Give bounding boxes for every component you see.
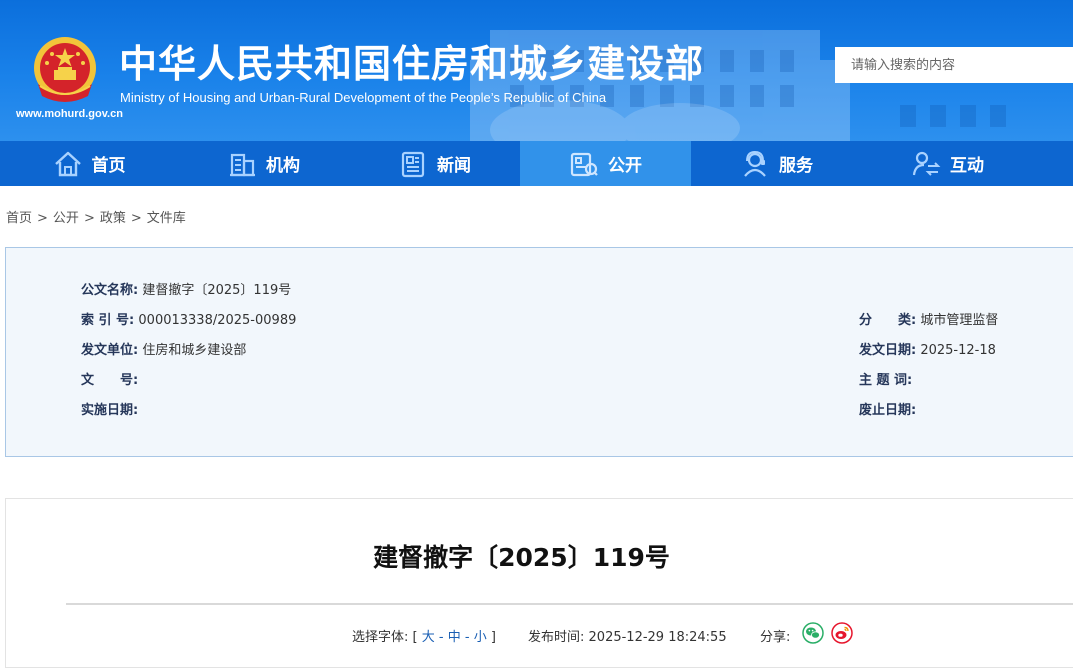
- breadcrumb-file-library[interactable]: 文件库: [147, 211, 186, 226]
- font-size-large-link[interactable]: 大: [422, 630, 435, 645]
- nav-item-interaction[interactable]: 互动: [862, 141, 1033, 186]
- wechat-icon[interactable]: [802, 622, 824, 644]
- issuer-value: 住房和城乡建设部: [142, 343, 247, 358]
- index-no-row: 索 引 号: 000013338/2025-00989: [81, 309, 296, 328]
- building-icon: [230, 153, 255, 176]
- nav-label: 互动: [950, 156, 984, 176]
- share-label: 分享:: [760, 630, 791, 645]
- breadcrumb-public[interactable]: 公开: [53, 211, 79, 226]
- breadcrumb: 首页 > 公开 > 政策 > 文件库: [6, 207, 186, 226]
- nav-label: 公开: [608, 156, 642, 176]
- effective-date-label: 实施日期:: [81, 403, 139, 418]
- site-header: www.mohurd.gov.cn 中华人民共和国住房和城乡建设部 Minist…: [0, 0, 1073, 141]
- document-info-panel: 公文名称: 建督撤字〔2025〕119号 索 引 号: 000013338/20…: [5, 247, 1073, 457]
- font-size-label: 选择字体:: [352, 630, 409, 645]
- font-size-dash: -: [464, 630, 470, 645]
- breadcrumb-separator: >: [83, 211, 95, 226]
- font-size-selector: 选择字体: [ 大 - 中 - 小 ]: [352, 626, 496, 645]
- issuer-row: 发文单位: 住房和城乡建设部: [81, 339, 246, 358]
- search-input[interactable]: [835, 47, 1073, 83]
- home-icon: [54, 151, 81, 176]
- font-size-small-link[interactable]: 小: [474, 630, 487, 645]
- font-bracket-close: ]: [490, 630, 496, 645]
- doc-name-value: 建督撤字〔2025〕119号: [142, 283, 292, 298]
- nav-label: 机构: [266, 156, 300, 176]
- nav-item-news[interactable]: 新闻: [349, 141, 520, 186]
- doc-no-row: 文 号:: [81, 369, 138, 388]
- doc-name-label: 公文名称:: [81, 283, 139, 298]
- expiry-date-row: 废止日期:: [859, 399, 916, 418]
- category-row: 分 类: 城市管理监督: [859, 309, 998, 328]
- nav-label: 服务: [779, 156, 813, 176]
- breadcrumb-separator: >: [130, 211, 142, 226]
- category-label: 分 类:: [859, 313, 917, 328]
- issuer-label: 发文单位:: [81, 343, 139, 358]
- issue-date-row: 发文日期: 2025-12-18: [859, 339, 996, 358]
- site-subtitle: Ministry of Housing and Urban-Rural Deve…: [120, 90, 607, 105]
- service-person-icon: [744, 150, 766, 177]
- breadcrumb-separator: >: [37, 211, 48, 226]
- font-size-medium-link[interactable]: 中: [448, 630, 461, 645]
- issue-date-value: 2025-12-18: [920, 343, 996, 358]
- publish-time-label: 发布时间:: [528, 630, 585, 645]
- site-url: www.mohurd.gov.cn: [16, 108, 123, 120]
- publish-time-value: 2025-12-29 18:24:55: [588, 630, 727, 645]
- publish-time: 发布时间: 2025-12-29 18:24:55: [528, 626, 727, 645]
- main-nav: 首页 机构 新闻 公开 服务 互动: [0, 141, 1073, 186]
- expiry-date-label: 废止日期:: [859, 403, 917, 418]
- nav-label: 新闻: [437, 156, 471, 176]
- subject-row: 主 题 词:: [859, 369, 912, 388]
- index-no-label: 索 引 号:: [81, 313, 135, 328]
- national-emblem-logo: [34, 37, 96, 102]
- interaction-icon: [912, 151, 941, 176]
- title-divider: [66, 603, 1073, 605]
- nav-item-public[interactable]: 公开: [520, 141, 691, 186]
- issue-date-label: 发文日期:: [859, 343, 917, 358]
- newspaper-icon: [401, 151, 425, 177]
- breadcrumb-policy[interactable]: 政策: [100, 211, 126, 226]
- doc-no-label: 文 号:: [81, 373, 139, 388]
- weibo-icon[interactable]: [831, 622, 853, 644]
- nav-item-home[interactable]: 首页: [0, 141, 178, 186]
- article-title: 建督撤字〔2025〕119号: [373, 543, 670, 572]
- font-size-dash: -: [438, 630, 444, 645]
- public-docs-icon: [570, 152, 598, 176]
- effective-date-row: 实施日期:: [81, 399, 138, 418]
- category-value: 城市管理监督: [920, 313, 999, 328]
- font-bracket-open: [: [412, 630, 418, 645]
- index-no-value: 000013338/2025-00989: [138, 313, 297, 328]
- nav-item-service[interactable]: 服务: [691, 141, 862, 186]
- nav-label: 首页: [91, 156, 126, 176]
- subject-label: 主 题 词:: [859, 373, 913, 388]
- breadcrumb-home[interactable]: 首页: [6, 211, 32, 226]
- nav-item-institutions[interactable]: 机构: [178, 141, 349, 186]
- doc-name-row: 公文名称: 建督撤字〔2025〕119号: [81, 279, 291, 298]
- site-title: 中华人民共和国住房和城乡建设部: [119, 42, 705, 86]
